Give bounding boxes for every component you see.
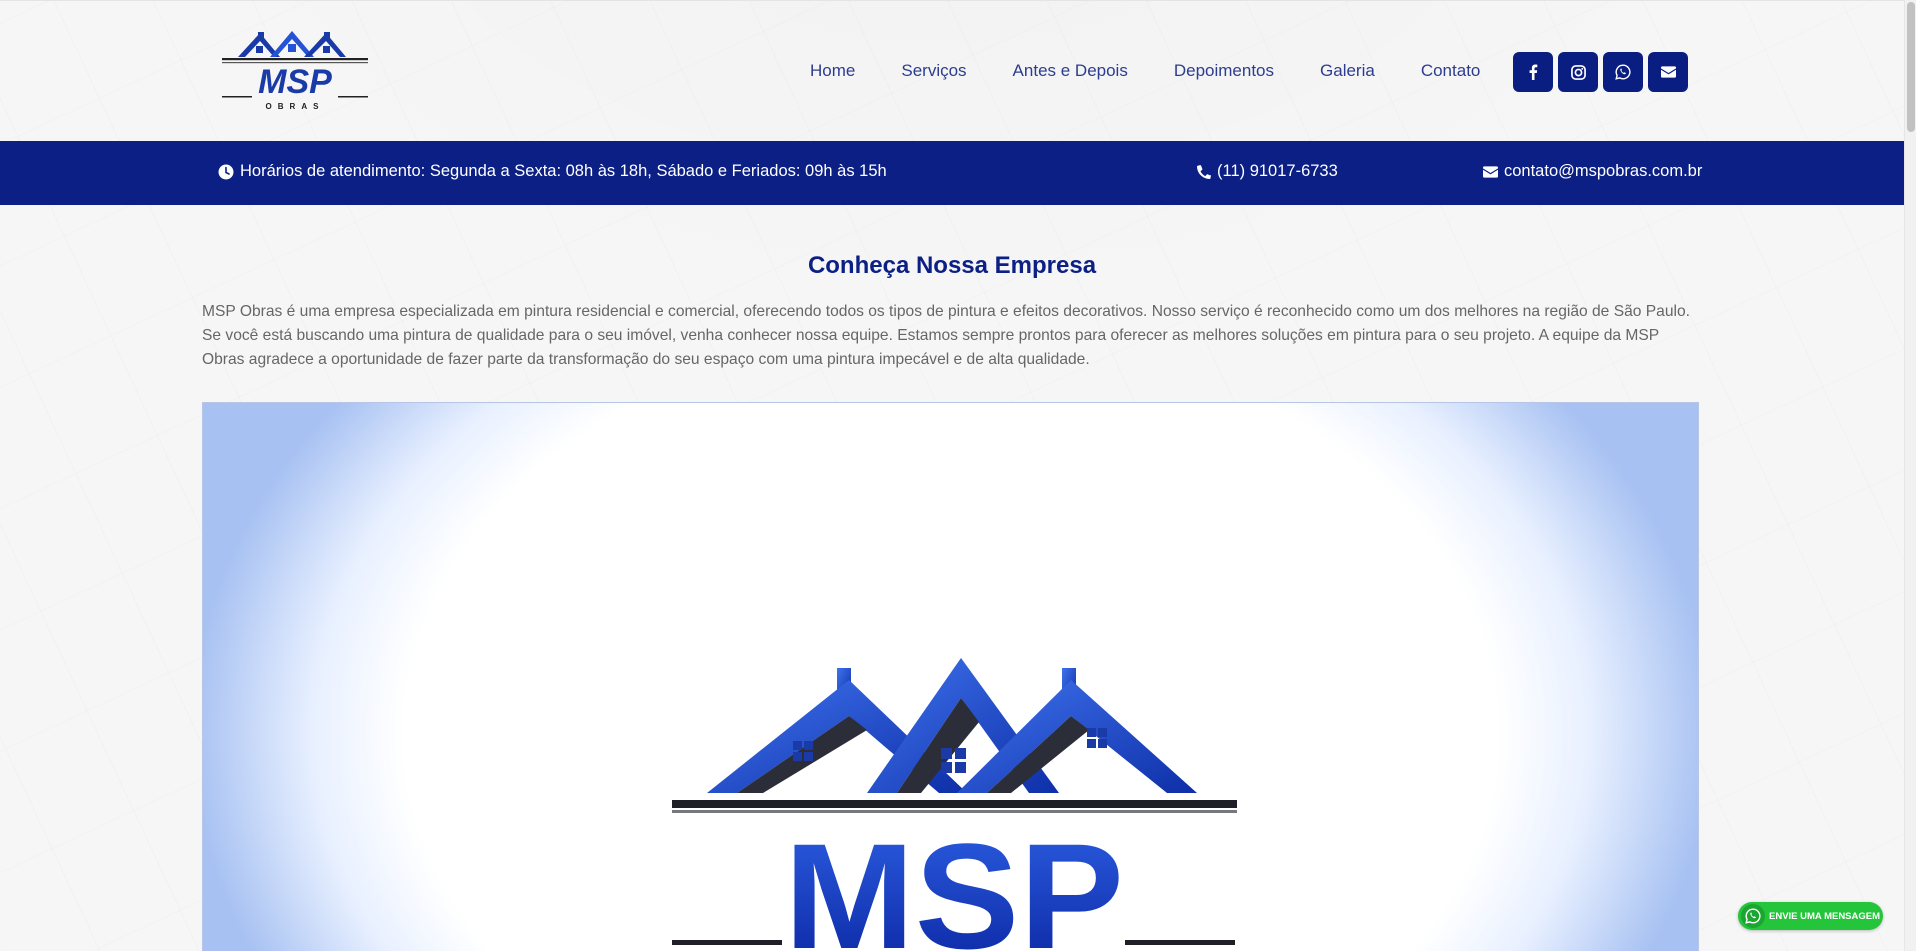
logo-text-main: MSP: [258, 63, 332, 101]
main-nav: Home Serviços Antes e Depois Depoimentos…: [810, 61, 1526, 81]
whatsapp-chip-label: ENVIE UMA MENSAGEM: [1769, 910, 1881, 922]
envelope-icon: [1483, 165, 1498, 178]
instagram-button[interactable]: [1558, 52, 1598, 92]
phone-contact[interactable]: (11) 91017-6733: [1197, 162, 1338, 181]
email-button[interactable]: [1648, 52, 1688, 92]
facebook-button[interactable]: [1513, 52, 1553, 92]
msp-obras-logo[interactable]: MSP OBRAS: [218, 29, 372, 119]
email-contact[interactable]: contato@mspobras.com.br: [1483, 162, 1702, 181]
phone-text: (11) 91017-6733: [1217, 162, 1338, 180]
whatsapp-button[interactable]: [1603, 52, 1643, 92]
hero-image: MSP: [202, 402, 1699, 951]
email-text: contato@mspobras.com.br: [1504, 162, 1703, 180]
scrollbar-thumb[interactable]: [1907, 2, 1915, 132]
site-header: MSP OBRAS Home Serviços Antes e Depois D…: [0, 0, 1904, 141]
hero-logo-text: MSP: [784, 812, 1124, 951]
section-description: MSP Obras é uma empresa especializada em…: [202, 303, 1690, 368]
logo-text-sub: OBRAS: [266, 102, 325, 111]
info-bar: Horários de atendimento: Segunda a Sexta…: [0, 141, 1904, 205]
instagram-icon: [1570, 64, 1586, 80]
whatsapp-icon: [1615, 64, 1631, 80]
facebook-icon: [1529, 64, 1538, 80]
whatsapp-chat-button[interactable]: ENVIE UMA MENSAGEM: [1738, 902, 1883, 930]
social-links: [1513, 52, 1688, 92]
business-hours: Horários de atendimento: Segunda a Sexta…: [218, 162, 887, 181]
msp-logo-large: MSP: [672, 658, 1237, 951]
nav-home[interactable]: Home: [810, 61, 855, 81]
nav-contato[interactable]: Contato: [1421, 61, 1481, 81]
whatsapp-icon: [1741, 904, 1765, 928]
nav-depoimentos[interactable]: Depoimentos: [1174, 61, 1274, 81]
envelope-icon: [1660, 66, 1676, 78]
section-title: Conheça Nossa Empresa: [807, 252, 1097, 279]
clock-icon: [218, 164, 234, 179]
nav-antes-e-depois[interactable]: Antes e Depois: [1013, 61, 1128, 81]
page-scrollbar[interactable]: [1904, 0, 1916, 951]
nav-galeria[interactable]: Galeria: [1320, 61, 1375, 81]
phone-icon: [1197, 164, 1211, 179]
business-hours-text: Horários de atendimento: Segunda a Sexta…: [240, 162, 887, 180]
nav-servicos[interactable]: Serviços: [901, 61, 966, 81]
